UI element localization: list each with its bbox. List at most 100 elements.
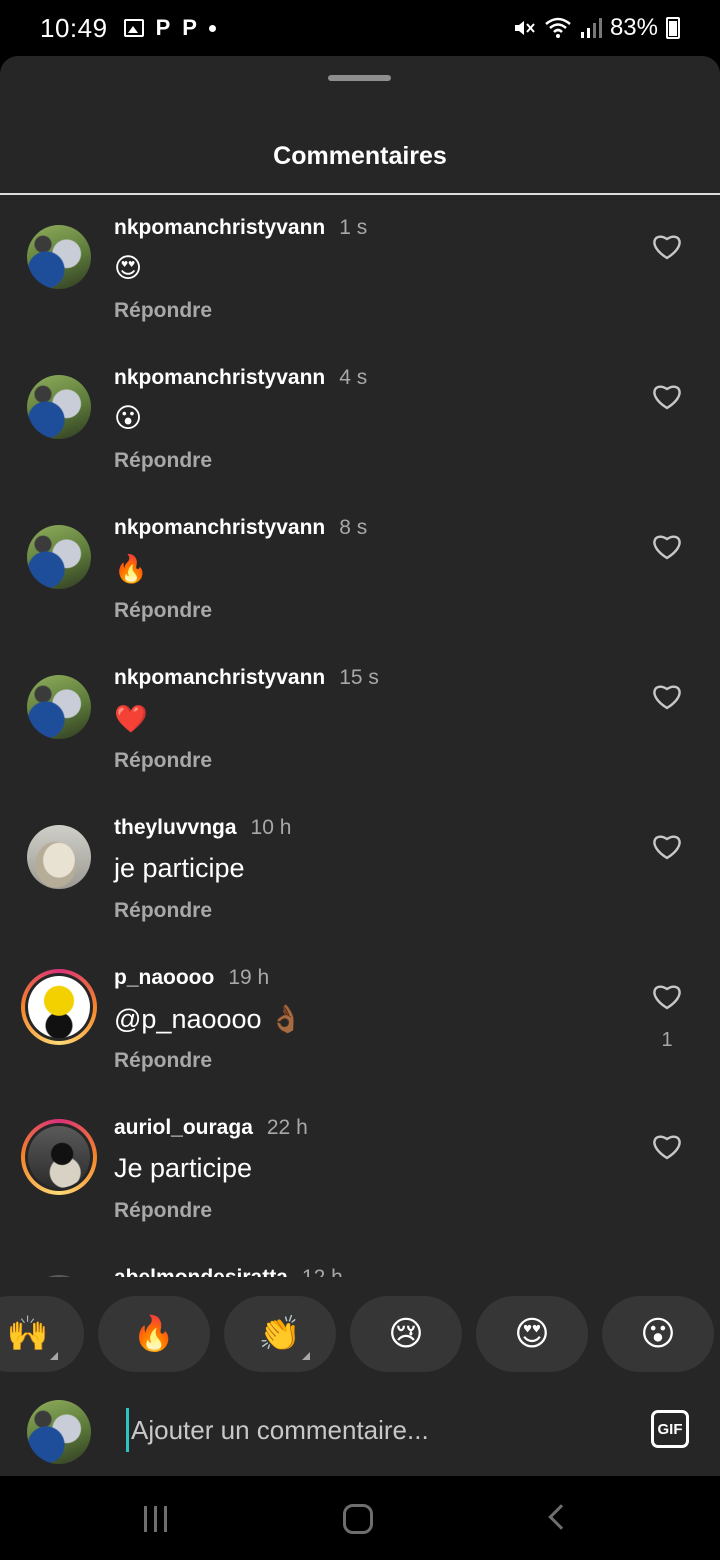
avatar <box>27 1400 91 1464</box>
heart-icon[interactable] <box>652 1132 682 1160</box>
notification-icons: P P <box>123 15 216 41</box>
quick-reactions: 🙌 🔥 👏 😢 😍 😮 <box>0 1296 720 1372</box>
comments-sheet: Commentaires nkpomanchristyvann 1 s 😍 Ré… <box>0 56 720 1476</box>
comment-text: 🔥 <box>114 554 148 584</box>
comment-text: je participe <box>114 853 245 883</box>
avatar[interactable] <box>27 525 91 589</box>
p-icon: P <box>182 15 197 40</box>
skin-tone-indicator <box>302 1352 310 1360</box>
comment-item: abelmondesiratta 12 h <box>0 1245 720 1277</box>
navigation-bar <box>0 1476 720 1560</box>
signal-icon <box>580 18 602 38</box>
mute-icon <box>514 21 535 35</box>
comment-item: auriol_ouraga 22 h Je participe Répondre <box>0 1095 720 1245</box>
comment-time: 15 s <box>339 666 379 689</box>
home-icon[interactable] <box>343 1504 373 1534</box>
heart-icon[interactable] <box>652 682 682 710</box>
p-icon: P <box>155 15 171 40</box>
like-count[interactable]: 1 <box>652 1029 682 1052</box>
comments-list[interactable]: nkpomanchristyvann 1 s 😍 Répondre nkpoma… <box>0 195 720 1277</box>
status-time: 10:49 <box>40 12 108 43</box>
reaction-emoji: 😢 <box>388 1315 424 1353</box>
reaction-raising-hands[interactable]: 🙌 <box>0 1296 84 1372</box>
comment-composer: GIF <box>0 1396 720 1476</box>
reply-button[interactable]: Répondre <box>114 899 212 923</box>
system-icons: 83% <box>512 14 680 42</box>
comment-username[interactable]: nkpomanchristyvann <box>114 666 325 690</box>
comment-time: 10 h <box>250 816 292 839</box>
comment-header: nkpomanchristyvann 1 s <box>114 216 367 240</box>
reaction-crying[interactable]: 😢 <box>350 1296 462 1372</box>
comment-time: 12 h <box>302 1266 343 1277</box>
comment-header: auriol_ouraga 22 h <box>114 1116 308 1140</box>
reaction-surprised[interactable]: 😮 <box>602 1296 714 1372</box>
skin-tone-indicator <box>50 1352 58 1360</box>
avatar[interactable] <box>27 1275 91 1277</box>
reaction-heart-eyes[interactable]: 😍 <box>476 1296 588 1372</box>
comment-input[interactable] <box>126 1408 626 1452</box>
reply-button[interactable]: Répondre <box>114 1199 212 1223</box>
battery-charging-icon <box>666 17 680 39</box>
comment-item: theyluvvnga 10 h je participe Répondre <box>0 795 720 945</box>
comment-item: p_naoooo 19 h @p_naoooo 👌🏾 Répondre 1 <box>0 945 720 1095</box>
story-ring[interactable] <box>21 1119 97 1195</box>
comment-time: 8 s <box>339 516 368 539</box>
comment-username[interactable]: auriol_ouraga <box>114 1116 253 1140</box>
comment-username[interactable]: abelmondesiratta <box>114 1266 288 1277</box>
comment-time: 19 h <box>228 966 270 989</box>
heart-icon[interactable] <box>652 832 682 860</box>
comment-username[interactable]: nkpomanchristyvann <box>114 516 325 540</box>
avatar[interactable] <box>27 225 91 289</box>
comment-text: @p_naoooo 👌🏾 <box>114 1004 303 1034</box>
story-ring[interactable] <box>21 969 97 1045</box>
comment-username[interactable]: p_naoooo <box>114 966 214 990</box>
reply-button[interactable]: Répondre <box>114 1049 212 1073</box>
wifi-icon <box>545 17 571 38</box>
story-ring-inner <box>25 973 93 1041</box>
comment-username[interactable]: theyluvvnga <box>114 816 237 840</box>
comment-item: nkpomanchristyvann 15 s ❤️ Répondre <box>0 645 720 795</box>
avatar[interactable] <box>27 675 91 739</box>
avatar[interactable] <box>28 976 90 1038</box>
heart-icon[interactable] <box>652 232 682 260</box>
comment-item: nkpomanchristyvann 8 s 🔥 Répondre <box>0 495 720 645</box>
reply-button[interactable]: Répondre <box>114 749 212 773</box>
reaction-clap[interactable]: 👏 <box>224 1296 336 1372</box>
dot-icon <box>208 24 216 32</box>
reply-button[interactable]: Répondre <box>114 299 212 323</box>
avatar[interactable] <box>28 1126 90 1188</box>
comment-text: ❤️ <box>114 704 148 734</box>
battery-percent: 83% <box>609 14 658 41</box>
reaction-emoji: 🔥 <box>132 1315 176 1353</box>
reaction-emoji: 🙌 <box>6 1315 50 1353</box>
avatar[interactable] <box>27 375 91 439</box>
reaction-emoji: 👏 <box>258 1315 302 1353</box>
reaction-emoji: 😍 <box>514 1315 550 1353</box>
reply-button[interactable]: Répondre <box>114 599 212 623</box>
avatar[interactable] <box>27 825 91 889</box>
gif-button[interactable]: GIF <box>651 1410 689 1448</box>
comment-header: p_naoooo 19 h <box>114 966 269 990</box>
comment-time: 4 s <box>339 366 368 389</box>
heart-icon[interactable] <box>652 982 682 1010</box>
reaction-fire[interactable]: 🔥 <box>98 1296 210 1372</box>
recents-icon[interactable] <box>144 1506 167 1532</box>
heart-icon[interactable] <box>652 382 682 410</box>
comment-text: 😮 <box>114 403 143 433</box>
comment-header: abelmondesiratta 12 h <box>114 1266 343 1277</box>
gallery-icon <box>123 19 144 37</box>
drag-handle[interactable] <box>328 75 391 81</box>
status-bar: 10:49 P P 83% <box>0 0 720 56</box>
comment-username[interactable]: nkpomanchristyvann <box>114 216 325 240</box>
comment-header: nkpomanchristyvann 15 s <box>114 666 379 690</box>
reply-button[interactable]: Répondre <box>114 449 212 473</box>
heart-icon[interactable] <box>652 532 682 560</box>
comment-item: nkpomanchristyvann 1 s 😍 Répondre <box>0 195 720 345</box>
back-icon[interactable] <box>548 1504 574 1530</box>
comment-text: 😍 <box>114 253 143 283</box>
comment-header: nkpomanchristyvann 4 s <box>114 366 367 390</box>
comment-time: 22 h <box>266 1116 308 1139</box>
comment-username[interactable]: nkpomanchristyvann <box>114 366 325 390</box>
comment-time: 1 s <box>339 216 368 239</box>
reaction-emoji: 😮 <box>640 1315 676 1353</box>
